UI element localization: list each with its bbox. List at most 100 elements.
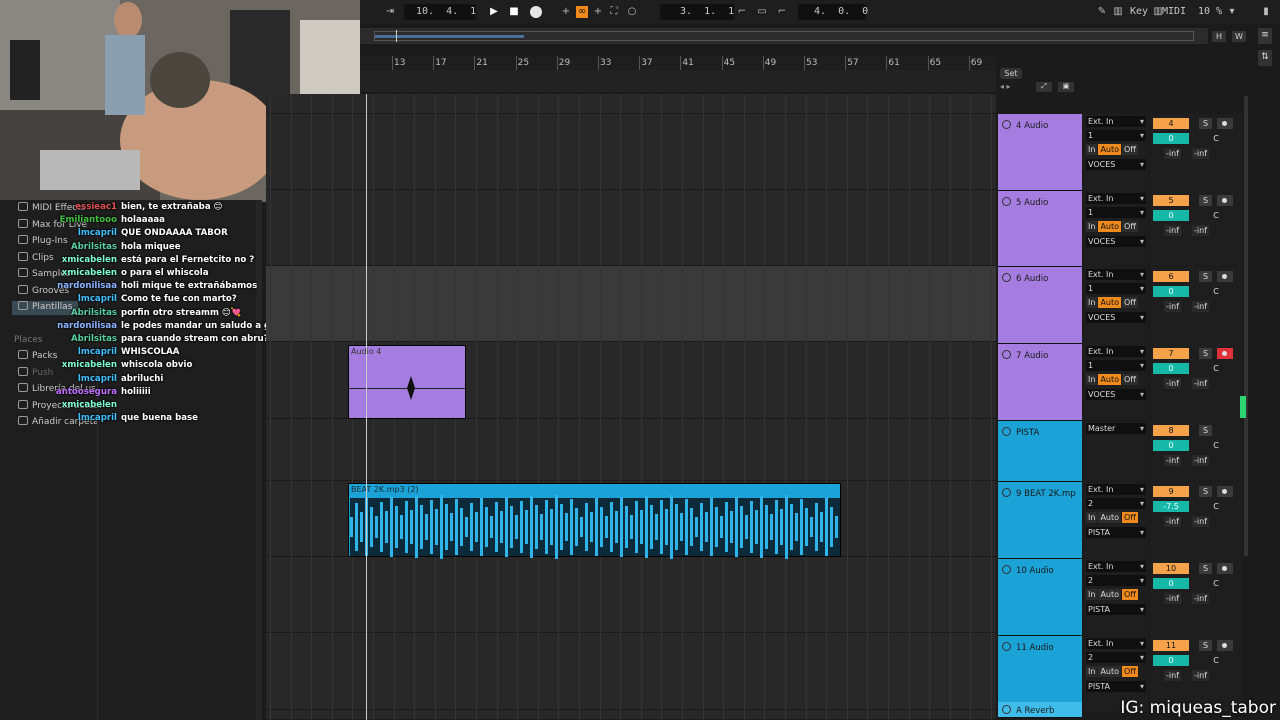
- pan-field[interactable]: C: [1199, 501, 1233, 512]
- volume-field[interactable]: 0: [1153, 363, 1189, 374]
- input-type-select[interactable]: Ext. In: [1086, 484, 1146, 495]
- solo-button[interactable]: S: [1199, 348, 1212, 359]
- volume-field[interactable]: 0: [1153, 440, 1189, 451]
- track-lane[interactable]: [266, 114, 996, 190]
- input-type-select[interactable]: Ext. In: [1086, 561, 1146, 572]
- arrangement-overview[interactable]: [360, 28, 1208, 44]
- keyboard-icon[interactable]: ▥: [1112, 6, 1124, 18]
- send-a-field[interactable]: -inf: [1164, 455, 1181, 466]
- monitor-in[interactable]: In: [1086, 297, 1098, 308]
- cpu-dropdown-icon[interactable]: ▾: [1226, 6, 1238, 18]
- menu-icon[interactable]: ≡: [1258, 28, 1272, 44]
- monitor-auto[interactable]: Auto: [1098, 589, 1122, 600]
- output-routing-select[interactable]: PISTA: [1086, 604, 1146, 615]
- fold-icon[interactable]: [1002, 197, 1011, 206]
- track-header-7[interactable]: 7 Audio: [998, 344, 1082, 421]
- monitor-in[interactable]: In: [1086, 666, 1098, 677]
- volume-field[interactable]: 0: [1153, 286, 1189, 297]
- stop-icon[interactable]: ■: [508, 6, 520, 18]
- pan-field[interactable]: C: [1199, 133, 1233, 144]
- send-b-field[interactable]: -inf: [1192, 516, 1209, 527]
- send-a-field[interactable]: -inf: [1164, 516, 1181, 527]
- monitor-switch[interactable]: In Auto Off: [1086, 374, 1139, 385]
- input-type-select[interactable]: Master: [1086, 423, 1146, 434]
- arm-button[interactable]: [1217, 563, 1233, 574]
- monitor-off[interactable]: Off: [1122, 144, 1138, 155]
- pan-field[interactable]: C: [1199, 655, 1233, 666]
- track-header-9[interactable]: 9 BEAT 2K.mp: [998, 482, 1082, 559]
- input-channel-select[interactable]: 1: [1086, 130, 1146, 141]
- track-lane[interactable]: [266, 557, 996, 633]
- loop-switch-icon[interactable]: ⛶: [608, 6, 620, 18]
- volume-field[interactable]: 0: [1153, 655, 1189, 666]
- overdub-icon[interactable]: +: [560, 6, 572, 18]
- track-header-6[interactable]: 6 Audio: [998, 267, 1082, 344]
- pan-field[interactable]: C: [1199, 440, 1233, 451]
- track-header-reverb[interactable]: A Reverb: [998, 702, 1082, 718]
- track-activator[interactable]: 7: [1153, 348, 1189, 359]
- track-lane[interactable]: [266, 634, 996, 710]
- monitor-switch[interactable]: In Auto Off: [1086, 221, 1139, 232]
- midi-map-button[interactable]: MIDI: [1162, 6, 1186, 17]
- arm-button[interactable]: [1217, 118, 1233, 129]
- output-routing-select[interactable]: PISTA: [1086, 681, 1146, 692]
- audio-clip-beat[interactable]: BEAT 2K.mp3 (2): [348, 483, 841, 559]
- punch-in-icon[interactable]: ⌐: [736, 6, 748, 18]
- monitor-auto[interactable]: Auto: [1098, 221, 1122, 232]
- send-b-field[interactable]: -inf: [1192, 593, 1209, 604]
- track-activator[interactable]: 5: [1153, 195, 1189, 206]
- monitor-auto[interactable]: Auto: [1098, 374, 1122, 385]
- input-type-select[interactable]: Ext. In: [1086, 346, 1146, 357]
- monitor-in[interactable]: In: [1086, 512, 1098, 523]
- expand-icon[interactable]: ⤢: [1036, 82, 1052, 92]
- monitor-auto[interactable]: Auto: [1098, 666, 1122, 677]
- input-type-select[interactable]: Ext. In: [1086, 269, 1146, 280]
- send-a-field[interactable]: -inf: [1164, 301, 1181, 312]
- nav-arrows-icon[interactable]: ◂ ▸: [1000, 82, 1011, 91]
- track-activator[interactable]: 6: [1153, 271, 1189, 282]
- arm-button[interactable]: [1217, 195, 1233, 206]
- solo-button[interactable]: S: [1199, 486, 1212, 497]
- track-lane[interactable]: [266, 266, 996, 342]
- output-routing-select[interactable]: PISTA: [1086, 527, 1146, 538]
- send-a-field[interactable]: -inf: [1164, 148, 1181, 159]
- capture-icon[interactable]: +: [592, 6, 604, 18]
- arm-button[interactable]: [1217, 271, 1233, 282]
- track-activator[interactable]: 8: [1153, 425, 1189, 436]
- song-position[interactable]: 10. 4. 1: [416, 6, 476, 17]
- draw-mode-icon[interactable]: ✎: [1096, 6, 1108, 18]
- metronome-icon[interactable]: ○: [626, 6, 638, 18]
- input-channel-select[interactable]: 1: [1086, 207, 1146, 218]
- monitor-off[interactable]: Off: [1122, 297, 1138, 308]
- solo-button[interactable]: S: [1199, 640, 1212, 651]
- send-a-field[interactable]: -inf: [1164, 225, 1181, 236]
- beat-time-ruler[interactable]: 13 17 21 25 29 33 37 41 45 49 53 57 61 65 69: [360, 56, 996, 70]
- volume-field[interactable]: 0: [1153, 133, 1189, 144]
- monitor-switch[interactable]: In Auto Off: [1086, 666, 1139, 677]
- send-a-field[interactable]: -inf: [1164, 378, 1181, 389]
- track-lane[interactable]: [266, 190, 996, 266]
- input-channel-select[interactable]: 2: [1086, 575, 1146, 586]
- track-header-10[interactable]: 10 Audio: [998, 559, 1082, 636]
- lock-icon[interactable]: ▣: [1058, 82, 1074, 92]
- volume-field[interactable]: 0: [1153, 210, 1189, 221]
- loop-length[interactable]: 4. 0. 0: [814, 6, 868, 17]
- solo-button[interactable]: S: [1199, 563, 1212, 574]
- h-toggle[interactable]: H: [1212, 31, 1226, 42]
- send-b-field[interactable]: -inf: [1192, 670, 1209, 681]
- send-b-field[interactable]: -inf: [1192, 301, 1209, 312]
- input-type-select[interactable]: Ext. In: [1086, 193, 1146, 204]
- send-b-field[interactable]: -inf: [1192, 148, 1209, 159]
- track-header-4[interactable]: 4 Audio: [998, 114, 1082, 191]
- monitor-auto[interactable]: Auto: [1098, 144, 1122, 155]
- output-routing-select[interactable]: VOCES: [1086, 159, 1146, 170]
- fold-icon[interactable]: [1002, 642, 1011, 651]
- input-channel-select[interactable]: 2: [1086, 498, 1146, 509]
- monitor-off[interactable]: Off: [1122, 221, 1138, 232]
- track-activator[interactable]: 11: [1153, 640, 1189, 651]
- track-lane[interactable]: [266, 419, 996, 481]
- fold-icon[interactable]: [1002, 427, 1011, 436]
- monitor-switch[interactable]: In Auto Off: [1086, 512, 1139, 523]
- track-lane[interactable]: [266, 94, 996, 114]
- monitor-off[interactable]: Off: [1122, 589, 1138, 600]
